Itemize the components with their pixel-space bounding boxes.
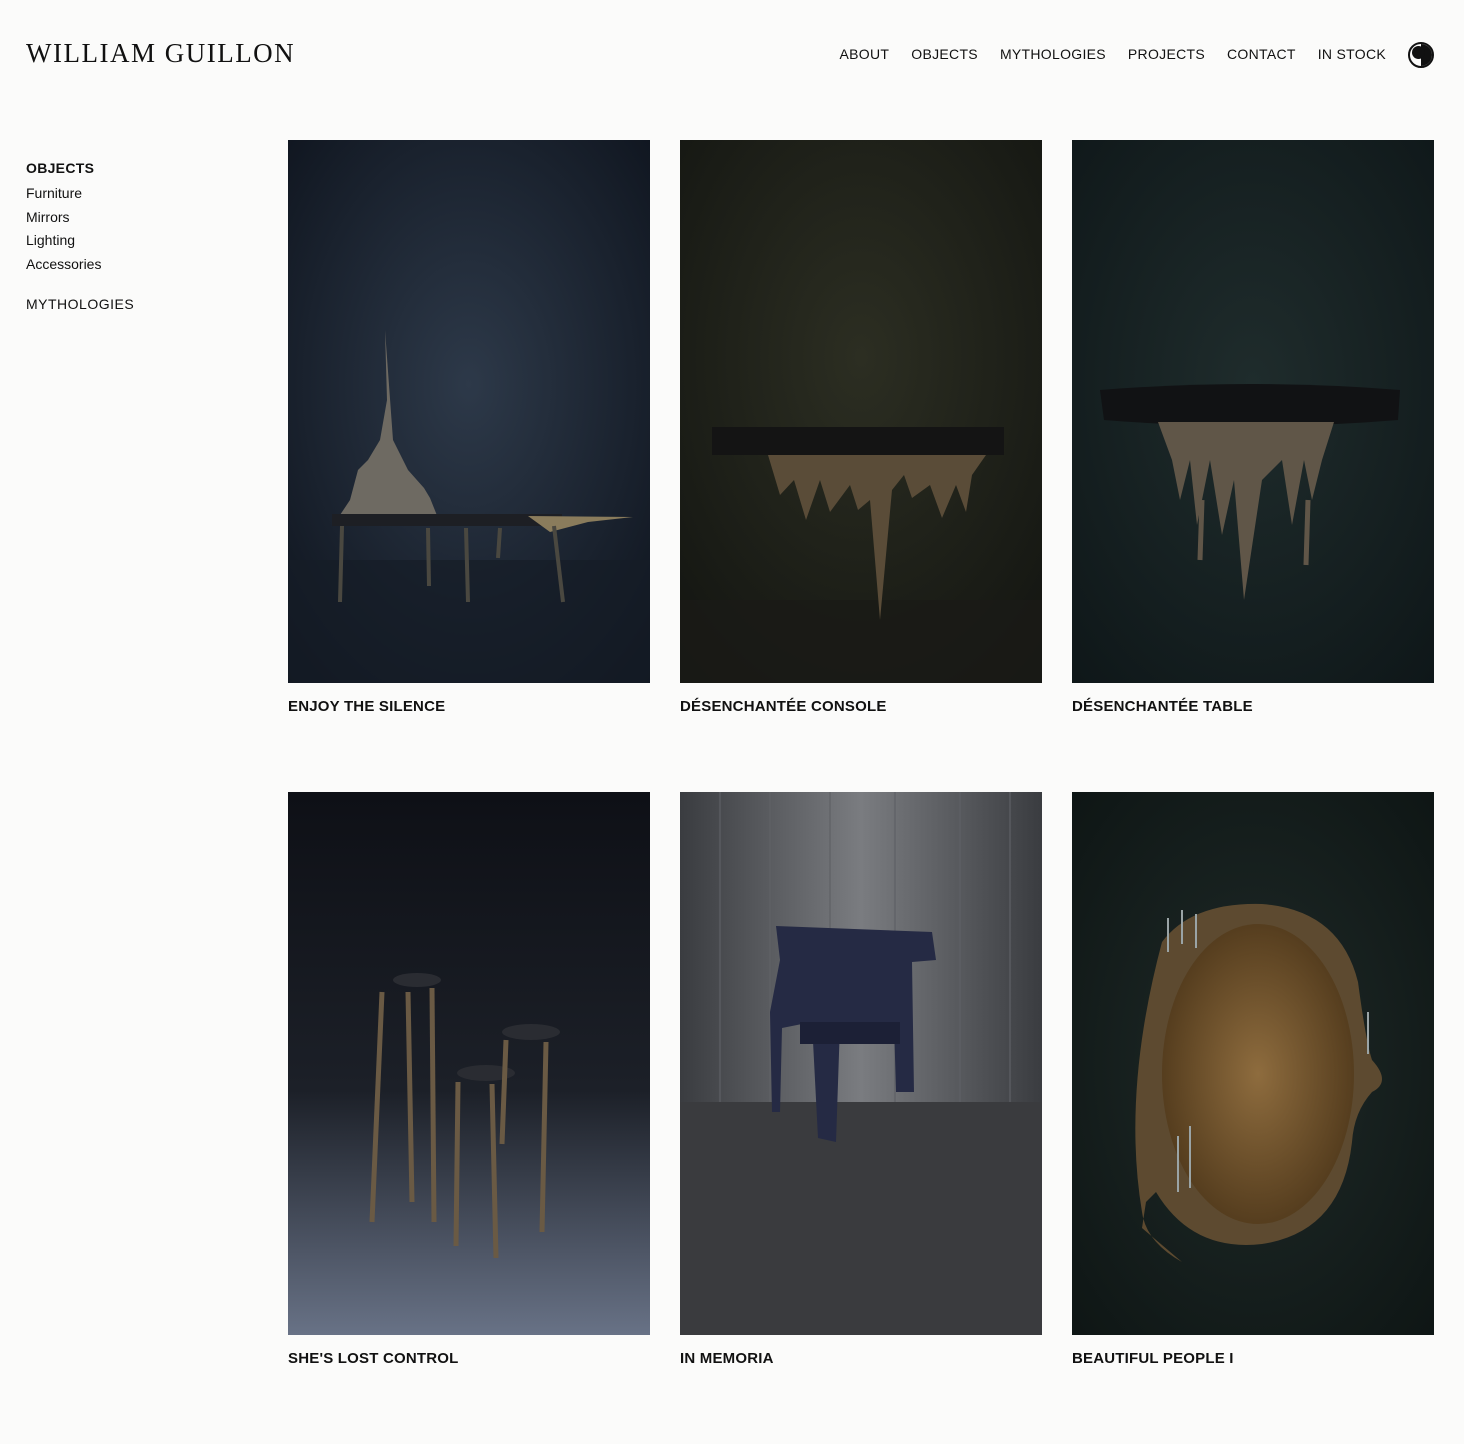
product-title: DÉSENCHANTÉE TABLE	[1072, 698, 1253, 715]
product-card[interactable]: BEAUTIFUL PEOPLE I	[1072, 792, 1434, 1444]
sidebar-submenu: Furniture Mirrors Lighting Accessories	[26, 182, 134, 276]
product-card[interactable]: DÉSENCHANTÉE CONSOLE	[680, 140, 1042, 792]
product-photo	[288, 792, 650, 1335]
product-card[interactable]: DÉSENCHANTÉE TABLE	[1072, 140, 1434, 792]
sidebar-item-furniture[interactable]: Furniture	[26, 182, 134, 206]
product-title: DÉSENCHANTÉE CONSOLE	[680, 698, 887, 715]
product-card[interactable]: IN MEMORIA	[680, 792, 1042, 1444]
product-photo	[680, 792, 1042, 1335]
sidebar-item-accessories[interactable]: Accessories	[26, 253, 134, 277]
product-title: SHE'S LOST CONTROL	[288, 1350, 459, 1367]
product-title: IN MEMORIA	[680, 1350, 774, 1367]
nav-mythologies[interactable]: MYTHOLOGIES	[1000, 46, 1106, 62]
nav-contact[interactable]: CONTACT	[1227, 46, 1296, 62]
product-photo	[680, 140, 1042, 683]
product-photo	[1072, 140, 1434, 683]
sidebar-item-lighting[interactable]: Lighting	[26, 229, 134, 253]
nav-in-stock[interactable]: IN STOCK	[1318, 46, 1386, 62]
site-logo[interactable]: WILLIAM GUILLON	[26, 38, 295, 69]
category-sidebar: OBJECTS Furniture Mirrors Lighting Acces…	[26, 160, 134, 312]
product-card[interactable]: SHE'S LOST CONTROL	[288, 792, 650, 1444]
product-grid: ENJOY THE SILENCE DÉSENCHANTÉE CONSOLE D…	[288, 140, 1434, 1444]
product-card[interactable]: ENJOY THE SILENCE	[288, 140, 650, 792]
product-title: BEAUTIFUL PEOPLE I	[1072, 1350, 1234, 1367]
sidebar-item-mythologies[interactable]: MYTHOLOGIES	[26, 296, 134, 312]
product-photo	[288, 140, 650, 683]
nav-about[interactable]: ABOUT	[840, 46, 890, 62]
nav-projects[interactable]: PROJECTS	[1128, 46, 1205, 62]
half-moon-icon[interactable]	[1408, 42, 1434, 68]
main-nav: ABOUT OBJECTS MYTHOLOGIES PROJECTS CONTA…	[840, 46, 1386, 62]
sidebar-heading-objects: OBJECTS	[26, 160, 95, 176]
nav-objects[interactable]: OBJECTS	[911, 46, 978, 62]
sidebar-item-mirrors[interactable]: Mirrors	[26, 206, 134, 230]
product-title: ENJOY THE SILENCE	[288, 698, 446, 715]
product-photo	[1072, 792, 1434, 1335]
